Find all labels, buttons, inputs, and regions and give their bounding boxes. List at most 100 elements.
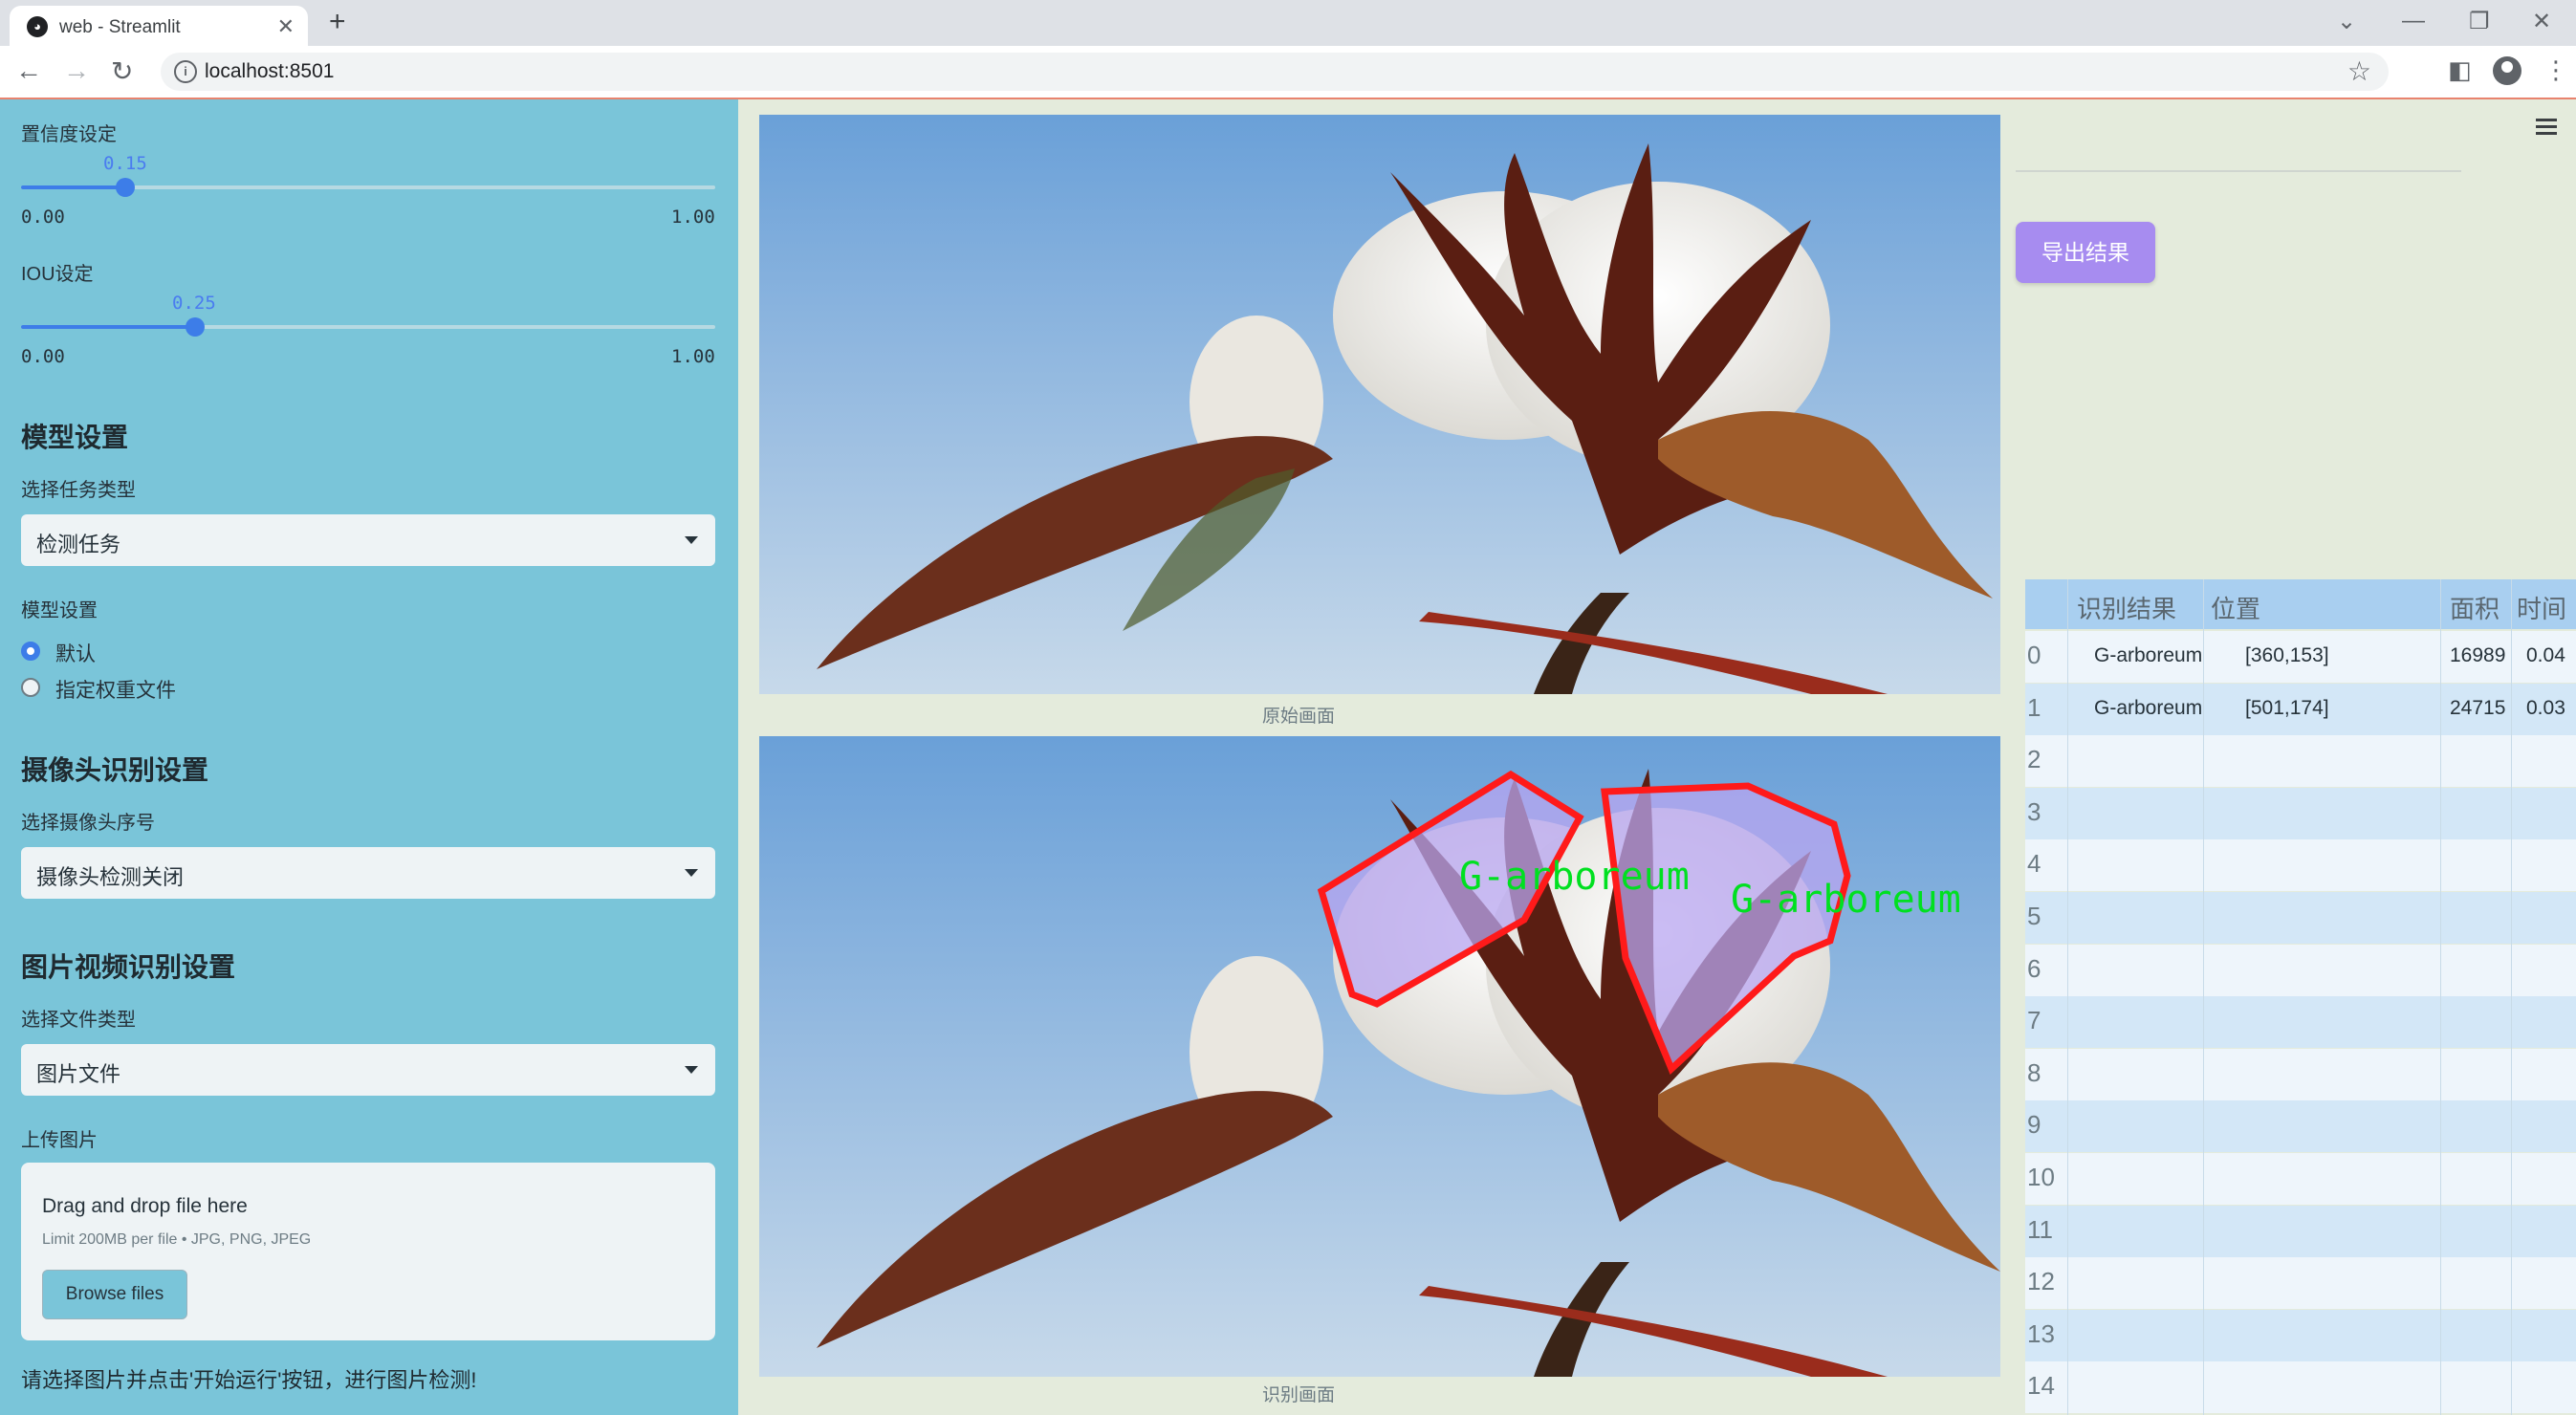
iou-min: 0.00 <box>21 346 65 367</box>
column-separator <box>2511 579 2512 1415</box>
confidence-slider-thumb[interactable] <box>115 178 135 197</box>
row-index: 6 <box>2027 953 2041 983</box>
table-row[interactable]: 10 <box>2025 1153 2576 1205</box>
divider <box>2016 170 2461 172</box>
table-row[interactable]: 8 <box>2025 1048 2576 1100</box>
detection-label-0: G-arboreum <box>1459 855 1690 899</box>
row-index: 7 <box>2027 1006 2041 1035</box>
table-row[interactable]: 14 <box>2025 1361 2576 1414</box>
file-type-value: 图片文件 <box>36 1062 121 1086</box>
confidence-slider-fill <box>21 185 125 189</box>
table-row[interactable]: 0 G-arboreum [360,153] 16989 0.04 <box>2025 631 2576 683</box>
browser-tab[interactable]: ◕ web - Streamlit ✕ <box>10 6 308 46</box>
chevron-down-icon <box>685 536 698 544</box>
bookmark-star-icon[interactable]: ☆ <box>2347 55 2371 87</box>
row-index: 2 <box>2027 745 2041 774</box>
position-cell: [360,153] <box>2245 644 2329 666</box>
sidebar: 置信度设定 0.15 0.00 1.00 IOU设定 0.25 0.00 1.0… <box>0 99 738 1415</box>
confidence-max: 1.00 <box>671 207 715 228</box>
upload-label: 上传图片 <box>21 1130 98 1151</box>
table-row[interactable]: 13 <box>2025 1309 2576 1361</box>
iou-slider[interactable] <box>21 317 715 337</box>
row-index: 0 <box>2027 641 2041 669</box>
new-tab-icon[interactable]: + <box>329 6 346 38</box>
back-icon[interactable]: ← <box>15 55 42 86</box>
cotton-boll-photo <box>759 115 2000 694</box>
url-text: localhost:8501 <box>205 60 335 82</box>
row-index: 13 <box>2027 1318 2055 1348</box>
table-row[interactable]: 1 G-arboreum [501,174] 24715 0.03 <box>2025 683 2576 735</box>
task-type-select[interactable]: 检测任务 <box>21 514 715 566</box>
position-cell: [501,174] <box>2245 696 2329 719</box>
column-separator <box>2203 579 2204 1415</box>
reload-icon[interactable]: ↻ <box>111 55 133 87</box>
column-header-position[interactable]: 位置 <box>2211 590 2260 625</box>
close-tab-icon[interactable]: ✕ <box>277 14 295 39</box>
row-index: 10 <box>2027 1163 2055 1191</box>
instruction-hint: 请选择图片并点击'开始运行'按钮，进行图片检测! <box>21 1368 477 1392</box>
site-info-icon[interactable]: i <box>174 60 197 83</box>
table-row[interactable]: 12 <box>2025 1257 2576 1310</box>
column-header-result[interactable]: 识别结果 <box>2077 590 2176 625</box>
radio-unselected-icon <box>21 678 40 697</box>
row-index: 8 <box>2027 1057 2041 1087</box>
address-bar[interactable]: i localhost:8501 ☆ <box>161 53 2389 91</box>
confidence-min: 0.00 <box>21 207 65 228</box>
iou-slider-thumb[interactable] <box>185 317 205 337</box>
restore-icon[interactable]: ❐ <box>2469 8 2490 35</box>
dropzone-instructions: Drag and drop file here <box>42 1195 248 1217</box>
chevron-down-icon <box>685 869 698 877</box>
tab-title: web - Streamlit <box>59 17 181 37</box>
result-label-cell: G-arboreum <box>2094 644 2203 666</box>
task-type-label: 选择任务类型 <box>21 480 136 501</box>
file-dropzone[interactable]: Drag and drop file here Limit 200MB per … <box>21 1163 715 1340</box>
side-panel-icon[interactable]: ◧ <box>2448 55 2472 85</box>
close-window-icon[interactable]: ✕ <box>2532 8 2551 35</box>
browser-menu-icon[interactable]: ⋮ <box>2543 55 2568 85</box>
media-section-heading: 图片视频识别设置 <box>21 952 236 982</box>
confidence-value: 0.15 <box>103 153 147 174</box>
camera-section-heading: 摄像头识别设置 <box>21 755 209 785</box>
row-index: 1 <box>2027 692 2041 722</box>
column-separator <box>2067 579 2068 1415</box>
iou-label: IOU设定 <box>21 264 94 285</box>
export-results-button[interactable]: 导出结果 <box>2016 222 2155 283</box>
file-type-select[interactable]: 图片文件 <box>21 1044 715 1096</box>
row-index: 3 <box>2027 796 2041 826</box>
column-header-area[interactable]: 面积 <box>2450 590 2500 625</box>
area-cell: 24715 <box>2450 696 2506 719</box>
iou-slider-fill <box>21 325 195 329</box>
hamburger-menu-icon[interactable] <box>2536 119 2557 135</box>
column-separator <box>2440 579 2441 1415</box>
browse-files-button[interactable]: Browse files <box>42 1270 187 1319</box>
table-row[interactable]: 11 <box>2025 1205 2576 1257</box>
tab-search-chevron-icon[interactable]: ⌄ <box>2337 8 2356 35</box>
confidence-slider[interactable] <box>21 178 715 197</box>
table-row[interactable]: 2 <box>2025 735 2576 788</box>
row-index: 4 <box>2027 849 2041 879</box>
table-row[interactable]: 7 <box>2025 996 2576 1049</box>
dropzone-limit: Limit 200MB per file • JPG, PNG, JPEG <box>42 1231 312 1248</box>
column-header-time[interactable]: 时间 <box>2517 590 2566 625</box>
table-row[interactable]: 4 <box>2025 839 2576 892</box>
camera-index-select[interactable]: 摄像头检测关闭 <box>21 847 715 899</box>
radio-custom-weights-label: 指定权重文件 <box>55 680 176 702</box>
table-row[interactable]: 6 <box>2025 944 2576 996</box>
streamlit-app: 置信度设定 0.15 0.00 1.00 IOU设定 0.25 0.00 1.0… <box>0 99 2576 1415</box>
result-image-caption: 识别画面 <box>1262 1385 1336 1405</box>
file-type-label: 选择文件类型 <box>21 1010 136 1031</box>
original-image <box>759 115 2000 694</box>
minimize-icon[interactable]: — <box>2402 8 2425 34</box>
result-label-cell: G-arboreum <box>2094 696 2203 719</box>
original-image-caption: 原始画面 <box>1262 707 1336 727</box>
table-row[interactable]: 9 <box>2025 1100 2576 1153</box>
table-row[interactable]: 3 <box>2025 787 2576 839</box>
model-section-heading: 模型设置 <box>21 423 129 452</box>
results-table[interactable]: 识别结果 位置 面积 时间 0 G-arboreum [360,153] 16989 0… <box>2025 579 2576 1415</box>
confidence-label: 置信度设定 <box>21 124 117 145</box>
profile-avatar-icon[interactable] <box>2493 56 2521 85</box>
table-row[interactable]: 5 <box>2025 892 2576 944</box>
radio-selected-icon <box>21 642 40 661</box>
forward-icon[interactable]: → <box>63 55 90 86</box>
row-index: 5 <box>2027 902 2041 930</box>
